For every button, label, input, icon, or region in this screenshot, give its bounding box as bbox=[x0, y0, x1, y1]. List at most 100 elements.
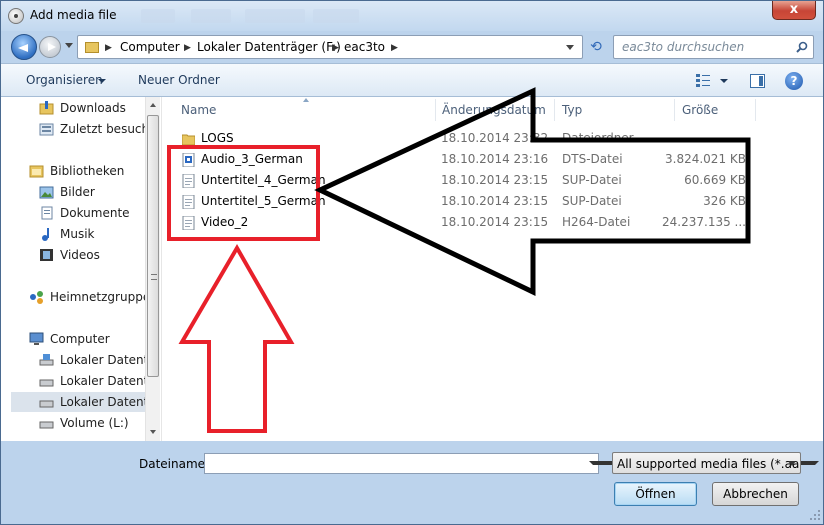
nav-item-videos[interactable]: Videos bbox=[1, 245, 147, 265]
forward-button[interactable] bbox=[39, 36, 61, 58]
navigation-pane: Downloads Zuletzt besucht Bibliotheken B… bbox=[1, 97, 161, 441]
column-separator[interactable] bbox=[435, 99, 436, 121]
file-size: 60.669 KB bbox=[684, 173, 746, 187]
new-folder-button[interactable]: Neuer Ordner bbox=[138, 73, 220, 87]
chevron-right-icon[interactable]: ▶ bbox=[391, 43, 398, 53]
navigation-bar: ▶ Computer ▶ Lokaler Datenträger (F:) ▶ … bbox=[1, 31, 823, 63]
audio-file-icon bbox=[182, 153, 195, 167]
breadcrumb-eac3to[interactable]: eac3to bbox=[344, 40, 385, 54]
nav-scrollbar[interactable] bbox=[145, 97, 160, 441]
scroll-down-icon[interactable] bbox=[150, 430, 156, 434]
organize-button[interactable]: Organisieren bbox=[26, 73, 103, 87]
nav-item-label: Volume (L:) bbox=[60, 416, 129, 430]
file-type: SUP-Datei bbox=[562, 173, 622, 187]
nav-item-homegroup[interactable]: Heimnetzgruppe bbox=[1, 287, 147, 307]
column-separator[interactable] bbox=[554, 99, 555, 121]
chevron-right-icon[interactable]: ▶ bbox=[184, 43, 191, 53]
nav-item-downloads[interactable]: Downloads bbox=[1, 98, 147, 118]
scroll-thumb[interactable] bbox=[147, 115, 159, 377]
file-date: 18.10.2014 23:16 bbox=[441, 152, 549, 166]
drive-icon bbox=[39, 400, 54, 408]
nav-item-label: Lokaler Datenträ bbox=[60, 395, 145, 409]
file-type: SUP-Datei bbox=[562, 194, 622, 208]
column-separator[interactable] bbox=[674, 99, 675, 121]
chevron-down-icon[interactable] bbox=[98, 79, 106, 83]
drive-icon bbox=[39, 421, 54, 429]
help-icon[interactable]: ? bbox=[785, 72, 803, 90]
cancel-button[interactable]: Abbrechen bbox=[712, 482, 799, 506]
file-date: 18.10.2014 23:15 bbox=[441, 194, 549, 208]
background-tab-ghost bbox=[141, 9, 175, 23]
address-history-dropdown[interactable] bbox=[566, 45, 574, 50]
open-button[interactable]: Öffnen bbox=[614, 482, 697, 506]
column-header-type[interactable]: Typ bbox=[562, 103, 582, 117]
file-row-subtitle-4[interactable]: Untertitel_4_German 18.10.2014 23:15 SUP… bbox=[176, 170, 756, 191]
preview-pane-icon[interactable] bbox=[750, 74, 765, 88]
nav-item-label: Videos bbox=[60, 248, 100, 262]
file-name: Untertitel_4_German bbox=[201, 173, 326, 187]
computer-icon bbox=[29, 332, 44, 345]
back-button[interactable] bbox=[11, 34, 37, 60]
title-bar[interactable]: Add media file x bbox=[1, 1, 823, 31]
file-row-subtitle-5[interactable]: Untertitel_5_German 18.10.2014 23:15 SUP… bbox=[176, 191, 756, 212]
nav-item-drive-1[interactable]: Lokaler Datenträ bbox=[1, 350, 147, 370]
file-date: 18.10.2014 23:15 bbox=[441, 215, 549, 229]
breadcrumb-drive[interactable]: Lokaler Datenträger (F:) bbox=[197, 40, 341, 54]
nav-item-label: Lokaler Datenträ bbox=[60, 353, 147, 367]
downloads-folder-icon bbox=[39, 101, 54, 115]
scroll-up-icon[interactable] bbox=[150, 103, 156, 107]
file-size: 3.824.021 KB bbox=[665, 152, 746, 166]
drive-icon bbox=[39, 379, 54, 387]
close-button[interactable]: x bbox=[772, 1, 816, 20]
file-row-logs[interactable]: LOGS 18.10.2014 23:32 Dateiordner bbox=[176, 128, 756, 149]
file-type-filter-value: All supported media files (*.aac bbox=[617, 457, 801, 471]
refresh-icon[interactable]: ⟲ bbox=[587, 38, 605, 56]
column-header-name[interactable]: Name bbox=[181, 103, 216, 117]
file-row-audio[interactable]: Audio_3_German 18.10.2014 23:16 DTS-Date… bbox=[176, 149, 756, 170]
filename-label: Dateiname: bbox=[139, 457, 210, 471]
chevron-down-icon[interactable] bbox=[788, 461, 796, 466]
chevron-right-icon[interactable]: ▶ bbox=[105, 43, 112, 53]
file-name: Untertitel_5_German bbox=[201, 194, 326, 208]
search-placeholder: eac3to durchsuchen bbox=[622, 40, 745, 54]
nav-item-documents[interactable]: Dokumente bbox=[1, 203, 147, 223]
column-header-size[interactable]: Größe bbox=[682, 103, 718, 117]
search-icon[interactable] bbox=[796, 41, 808, 53]
view-options-icon[interactable] bbox=[696, 74, 710, 87]
address-bar[interactable]: ▶ Computer ▶ Lokaler Datenträger (F:) ▶ … bbox=[77, 35, 583, 59]
nav-item-label: Zuletzt besucht bbox=[60, 122, 147, 136]
pictures-library-icon bbox=[39, 186, 54, 199]
file-size: 24.237.135 ... bbox=[662, 215, 746, 229]
chevron-down-icon[interactable] bbox=[720, 79, 728, 83]
nav-item-recent[interactable]: Zuletzt besucht bbox=[1, 119, 147, 139]
recent-locations-dropdown[interactable] bbox=[65, 43, 73, 48]
dialog-footer: Dateiname: All supported media files (*.… bbox=[1, 441, 823, 524]
nav-item-music[interactable]: Musik bbox=[1, 224, 147, 244]
filename-input[interactable] bbox=[204, 453, 599, 474]
nav-item-label: Dokumente bbox=[60, 206, 130, 220]
resize-grip-icon[interactable] bbox=[809, 509, 821, 521]
generic-file-icon bbox=[182, 195, 195, 209]
nav-item-drive-3[interactable]: Lokaler Datenträ bbox=[11, 392, 145, 412]
nav-item-computer[interactable]: Computer bbox=[1, 329, 147, 349]
column-header-date[interactable]: Änderungsdatum bbox=[442, 103, 546, 117]
breadcrumb-computer[interactable]: Computer bbox=[120, 40, 180, 54]
file-type: Dateiordner bbox=[562, 131, 634, 145]
command-toolbar: Organisieren Neuer Ordner ? bbox=[1, 63, 823, 97]
search-field[interactable]: eac3to durchsuchen bbox=[613, 35, 814, 59]
column-separator[interactable] bbox=[755, 99, 756, 121]
videos-library-icon bbox=[40, 249, 53, 261]
window-title: Add media file bbox=[30, 8, 117, 22]
nav-item-drive-2[interactable]: Lokaler Datenträ bbox=[1, 371, 147, 391]
file-row-video[interactable]: Video_2 18.10.2014 23:15 H264-Datei 24.2… bbox=[176, 212, 756, 233]
documents-library-icon bbox=[41, 206, 53, 220]
system-drive-icon bbox=[39, 354, 54, 366]
nav-item-libraries[interactable]: Bibliotheken bbox=[1, 161, 147, 181]
nav-item-pictures[interactable]: Bilder bbox=[1, 182, 147, 202]
nav-item-volume-l[interactable]: Volume (L:) bbox=[1, 413, 147, 433]
file-name: Audio_3_German bbox=[201, 152, 303, 166]
file-type: DTS-Datei bbox=[562, 152, 623, 166]
folder-icon bbox=[182, 134, 195, 146]
chevron-right-icon[interactable]: ▶ bbox=[332, 43, 339, 53]
file-type-filter-select[interactable]: All supported media files (*.aac bbox=[612, 452, 801, 474]
